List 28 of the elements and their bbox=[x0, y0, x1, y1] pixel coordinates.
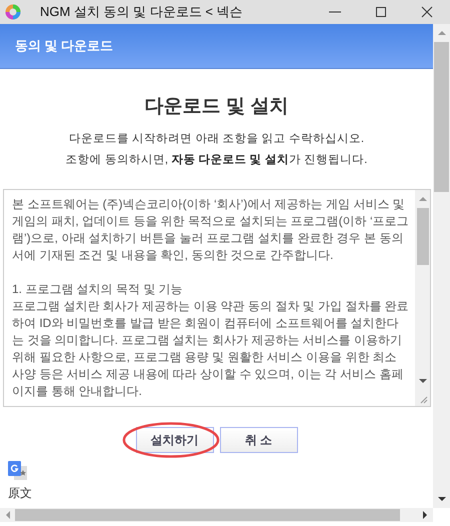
close-icon[interactable] bbox=[421, 6, 433, 18]
scrollbar-thumb[interactable] bbox=[416, 208, 428, 265]
window-title: NGM 설치 동의 및 다운로드 < 넥슨 bbox=[40, 3, 244, 21]
scroll-right-icon[interactable] bbox=[422, 511, 428, 519]
scroll-left-icon[interactable] bbox=[5, 511, 11, 519]
horizontal-scrollbar[interactable] bbox=[0, 508, 433, 522]
agreement-paragraph: 프로그램 설치란 회사가 제공하는 이용 약관 동의 절차 및 가입 절차를 완료하여 ID와 비밀번호를 발급 받은 회원이 컴퓨터에 소프트웨어를 설치한다는 것을 의미합니다. 프로그램 설치는 회사가 제공하는 서비스를 이용하기 위해 필요한 사항으로, 프로그램 용량 및 원활한 서비스 이용을 위한 최소 사양 등은 서비스 제공 내용에 따라 상이할 수 있으며, 이는 각 서비스 홈페이지를 통해 안내합니다. bbox=[12, 298, 409, 400]
scroll-down-icon[interactable] bbox=[418, 378, 426, 384]
app-logo-icon bbox=[5, 4, 21, 20]
agreement-text-area[interactable] bbox=[3, 189, 431, 407]
instruction-text: 다운로드를 시작하려면 아래 조항을 읽고 수락하십시오. bbox=[68, 132, 364, 146]
page-heading: 다운로드 및 설치 bbox=[144, 95, 288, 119]
scrollbar-thumb[interactable] bbox=[434, 42, 449, 192]
scrollbar-thumb[interactable] bbox=[15, 509, 400, 521]
scroll-up-icon[interactable] bbox=[418, 196, 426, 202]
scrollbar[interactable] bbox=[415, 190, 430, 406]
install-button[interactable]: 설치하기 bbox=[136, 427, 214, 453]
section-title: 1. 프로그램 설치의 목적 및 기능 bbox=[12, 281, 184, 298]
cancel-button[interactable]: 취 소 bbox=[220, 427, 298, 453]
scroll-up-icon[interactable] bbox=[438, 30, 446, 36]
agreement-paragraph: 본 소프트웨어는 (주)넥슨코리아(이하 ‘회사’)에서 제공하는 게임 서비스 및 게임의 패치, 업데이트 등을 위한 목적으로 설치되는 프로그램(이하 ‘프로그램’)으로, 아래 설치하기 버튼을 눌러 프로그램 설치를 완료한 경우 본 동의서에 기재된 조건 및 내용을 확인, 동의한 것으로 간주합니다. bbox=[12, 196, 409, 264]
maximize-icon[interactable] bbox=[375, 6, 387, 18]
original-text-label: 原文 bbox=[8, 485, 32, 502]
header-bar: 동의 및 다운로드 bbox=[0, 24, 433, 69]
translate-icon[interactable] bbox=[8, 461, 28, 481]
scroll-down-icon[interactable] bbox=[438, 496, 446, 502]
vertical-scrollbar[interactable] bbox=[433, 24, 450, 508]
instruction-text: 조항에 동의하시면, 자동 다운로드 및 설치가 진행됩니다. bbox=[66, 153, 368, 167]
